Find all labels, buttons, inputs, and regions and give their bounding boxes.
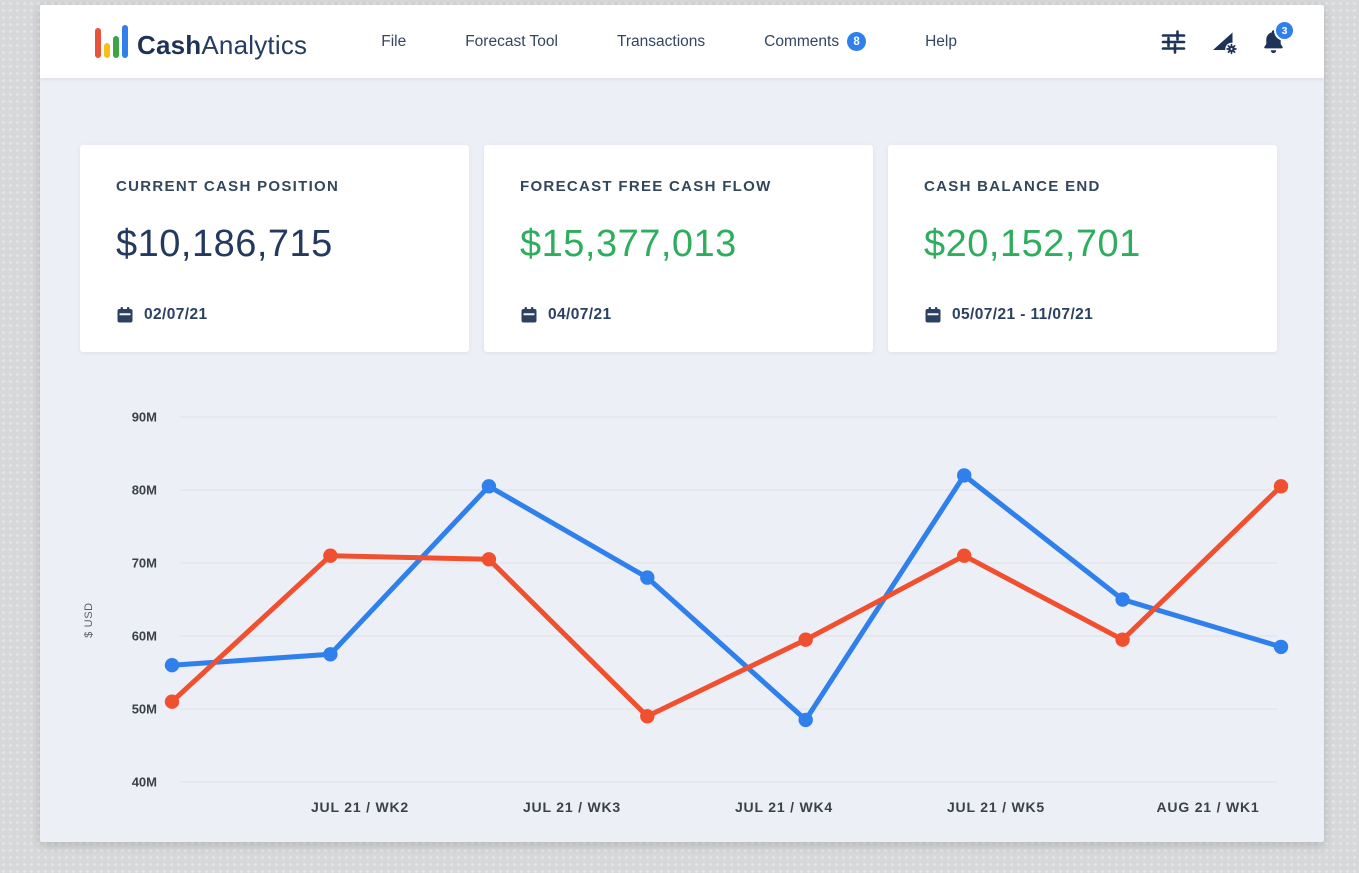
x-axis-label: AUG 21 / WK1 [1157, 799, 1260, 815]
y-axis-tick: 70M [132, 556, 157, 571]
blue-series-point [1274, 640, 1288, 654]
menu-item-forecast-tool[interactable]: Forecast Tool [465, 33, 558, 51]
calendar-icon [116, 306, 134, 324]
x-axis-label: JUL 21 / WK4 [735, 799, 833, 815]
main-menu: File Forecast Tool Transactions Comments… [381, 32, 957, 51]
x-axis-label: JUL 21 / WK5 [947, 799, 1045, 815]
menu-item-label: Comments [764, 33, 839, 51]
menu-item-label: File [381, 33, 406, 51]
y-axis-tick: 40M [132, 775, 157, 790]
calendar-icon [520, 306, 538, 324]
settings-sliders-icon[interactable] [1160, 28, 1187, 55]
app-panel: CashAnalytics File Forecast Tool Transac… [40, 5, 1324, 842]
top-nav-bar: CashAnalytics File Forecast Tool Transac… [40, 5, 1324, 78]
header-actions: 3 [1160, 28, 1286, 55]
blue-series-point [1115, 592, 1129, 606]
card-cash-balance-end[interactable]: CASH BALANCE END $20,152,701 05/07/21 - … [888, 145, 1277, 352]
x-axis-label: JUL 21 / WK2 [311, 799, 409, 815]
y-axis-tick: 60M [132, 629, 157, 644]
y-axis-tick: 50M [132, 702, 157, 717]
red-series-point [799, 633, 813, 647]
x-axis-label: JUL 21 / WK3 [523, 799, 621, 815]
red-series-point [482, 552, 496, 566]
card-title: CURRENT CASH POSITION [116, 178, 469, 195]
comments-count-badge: 8 [847, 32, 866, 51]
blue-series-point [957, 468, 971, 482]
card-forecast-free-cash-flow[interactable]: FORECAST FREE CASH FLOW $15,377,013 04/0… [484, 145, 873, 352]
brand-bars-icon [95, 25, 128, 58]
red-series-point [1115, 633, 1129, 647]
kpi-cards-row: CURRENT CASH POSITION $10,186,715 02/07/… [80, 145, 1277, 352]
blue-series-point [799, 713, 813, 727]
red-series-point [1274, 479, 1288, 493]
card-value: $15,377,013 [520, 223, 737, 266]
menu-item-label: Forecast Tool [465, 33, 558, 51]
notifications-count-badge: 3 [1274, 20, 1295, 41]
menu-item-comments[interactable]: Comments 8 [764, 32, 866, 51]
blue-series-line [172, 475, 1281, 720]
card-value: $10,186,715 [116, 223, 333, 266]
analytics-settings-icon[interactable] [1210, 28, 1238, 55]
card-date-row: 04/07/21 [520, 306, 612, 324]
calendar-icon [924, 306, 942, 324]
card-date-row: 05/07/21 - 11/07/21 [924, 306, 1093, 324]
card-value: $20,152,701 [924, 223, 1141, 266]
card-current-cash-position[interactable]: CURRENT CASH POSITION $10,186,715 02/07/… [80, 145, 469, 352]
red-series-point [165, 695, 179, 709]
y-axis-tick: 90M [132, 410, 157, 425]
card-title: FORECAST FREE CASH FLOW [520, 178, 873, 195]
brand-logo[interactable]: CashAnalytics [95, 25, 307, 58]
card-title: CASH BALANCE END [924, 178, 1277, 195]
brand-name: CashAnalytics [137, 32, 307, 58]
brand-bar [113, 36, 119, 58]
blue-series-point [640, 570, 654, 584]
brand-bar [95, 28, 101, 58]
red-series-point [640, 709, 654, 723]
brand-bar [122, 25, 128, 58]
y-axis-tick: 80M [132, 483, 157, 498]
red-series-point [323, 549, 337, 563]
notifications-bell-icon[interactable]: 3 [1261, 28, 1286, 55]
red-series-line [172, 486, 1281, 716]
red-series-point [957, 549, 971, 563]
line-chart-canvas: 90M 80M 70M 60M 50M 40M $ USD JUL 21 / WK2 JUL 2… [40, 390, 1324, 842]
blue-series-point [323, 647, 337, 661]
brand-name-light: Analytics [201, 30, 307, 60]
cash-flow-line-chart: 90M 80M 70M 60M 50M 40M $ USD JUL 21 / WK2 JUL 2… [40, 390, 1324, 842]
brand-bar [104, 43, 110, 58]
card-date-row: 02/07/21 [116, 306, 208, 324]
cashanalytics-dashboard: { "brand": { "name_bold": "Cash", "name_… [0, 0, 1359, 873]
y-axis-label: $ USD [83, 602, 95, 637]
brand-name-bold: Cash [137, 30, 201, 60]
menu-item-label: Help [925, 33, 957, 51]
card-date: 04/07/21 [548, 306, 612, 324]
blue-series-point [165, 658, 179, 672]
card-date: 05/07/21 - 11/07/21 [952, 306, 1093, 324]
blue-series-point [482, 479, 496, 493]
card-date: 02/07/21 [144, 306, 208, 324]
menu-item-transactions[interactable]: Transactions [617, 33, 705, 51]
menu-item-file[interactable]: File [381, 33, 406, 51]
menu-item-label: Transactions [617, 33, 705, 51]
menu-item-help[interactable]: Help [925, 33, 957, 51]
